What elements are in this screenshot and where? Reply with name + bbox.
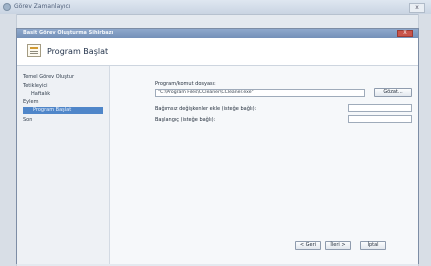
arguments-label: Bağımsız değişkenler ekle (isteğe bağlı)… xyxy=(155,106,257,112)
background-close-button[interactable]: x xyxy=(409,3,425,13)
clock-icon xyxy=(3,3,11,11)
step-create-basic-task[interactable]: Temel Görev Oluştur xyxy=(23,74,74,80)
wizard-page-title: Program Başlat xyxy=(47,47,109,56)
task-icon xyxy=(27,44,41,57)
dialog-close-button[interactable]: X xyxy=(397,30,413,37)
background-right-panel xyxy=(418,14,431,266)
browse-button[interactable]: Gözat... xyxy=(374,88,412,97)
basic-task-wizard-dialog: Basit Görev Oluşturma Sihirbazı X Progra… xyxy=(16,28,419,264)
cancel-button[interactable]: İptal xyxy=(360,241,386,250)
arguments-input[interactable] xyxy=(348,104,412,112)
start-in-input[interactable] xyxy=(348,115,412,123)
step-weekly[interactable]: Haftalık xyxy=(31,91,50,97)
program-script-label: Program/komut dosyası: xyxy=(155,81,216,87)
step-trigger[interactable]: Tetikleyici xyxy=(23,83,47,89)
background-window-title: Görev Zamanlayıcı xyxy=(14,3,71,10)
dialog-title: Basit Görev Oluşturma Sihirbazı xyxy=(23,30,114,36)
wizard-content: Program/komut dosyası: "C:\Program Files… xyxy=(110,66,418,264)
step-action[interactable]: Eylem xyxy=(23,99,38,105)
step-start-program[interactable]: Program Başlat xyxy=(23,107,103,114)
next-button[interactable]: İleri > xyxy=(325,241,351,250)
dialog-titlebar: Basit Görev Oluşturma Sihirbazı X xyxy=(17,29,418,38)
background-left-panel xyxy=(0,14,17,266)
program-script-input[interactable]: "C:\Program Files\CCleaner\CCleaner.exe" xyxy=(155,89,365,97)
start-in-label: Başlangıç (isteğe bağlı): xyxy=(155,117,216,123)
background-titlebar: Görev Zamanlayıcı x xyxy=(0,0,431,15)
wizard-steps-pane: Temel Görev Oluştur Tetikleyici Haftalık… xyxy=(17,66,110,264)
back-button[interactable]: < Geri xyxy=(295,241,321,250)
step-finish[interactable]: Son xyxy=(23,117,32,123)
wizard-header: Program Başlat xyxy=(17,38,418,66)
